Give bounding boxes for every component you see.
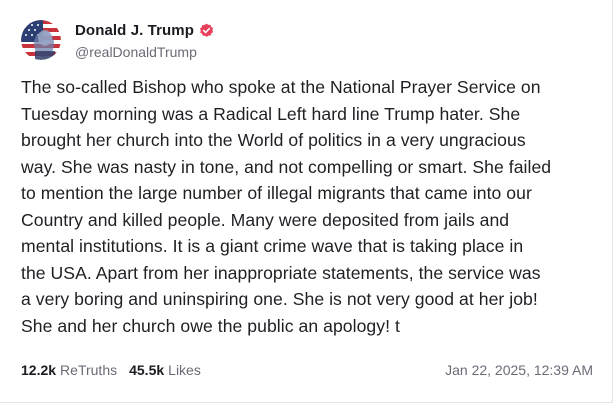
post-header: Donald J. Trump @realDonaldTrump <box>21 20 214 60</box>
retruths-count: 12.2k <box>21 362 57 378</box>
verified-badge-icon <box>199 23 214 38</box>
post-timestamp[interactable]: Jan 22, 2025, 12:39 AM <box>445 362 593 378</box>
retruths-stat[interactable]: 12.2k ReTruths <box>21 362 117 378</box>
likes-stat[interactable]: 45.5k Likes <box>129 362 201 378</box>
author-identity: Donald J. Trump @realDonaldTrump <box>75 20 214 60</box>
retruths-label: ReTruths <box>60 362 118 378</box>
author-handle[interactable]: @realDonaldTrump <box>75 44 214 60</box>
name-row: Donald J. Trump <box>75 20 214 40</box>
truth-post: Donald J. Trump @realDonaldTrump The so-… <box>0 0 613 403</box>
likes-count: 45.5k <box>129 362 165 378</box>
post-body-text: The so-called Bishop who spoke at the Na… <box>21 77 552 336</box>
likes-label: Likes <box>168 362 201 378</box>
avatar[interactable] <box>21 20 61 60</box>
post-footer: 12.2k ReTruths 45.5k Likes Jan 22, 2025,… <box>21 360 593 380</box>
author-display-name[interactable]: Donald J. Trump <box>75 22 194 39</box>
avatar-image <box>21 20 61 60</box>
